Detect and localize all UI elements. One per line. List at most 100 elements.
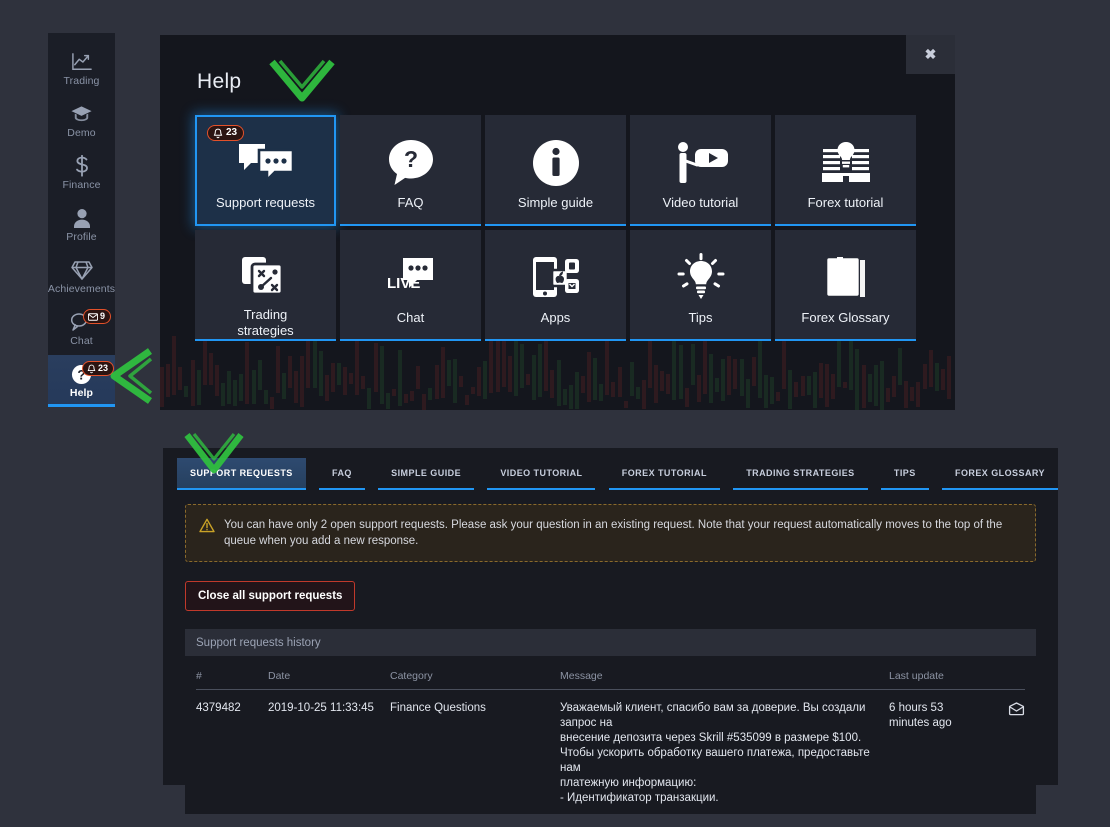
tab-faq[interactable]: FAQ	[319, 458, 365, 490]
live-chat-icon: LIVE	[385, 252, 437, 304]
cell-action[interactable]	[989, 690, 1025, 815]
tab-content: You can have only 2 open support request…	[163, 492, 1058, 814]
message-line: Чтобы ускорить обработку вашего платежа,…	[560, 747, 870, 774]
info-circle-icon	[531, 137, 581, 189]
cell-message: Уважаемый клиент, спасибо вам за доверие…	[560, 690, 889, 815]
svg-text:A-Z: A-Z	[834, 273, 856, 288]
chat-bubbles-icon	[237, 137, 295, 189]
chart-line-icon	[71, 51, 93, 73]
support-requests-history: Support requests history # Date Category…	[185, 629, 1036, 814]
bell-icon	[213, 128, 223, 139]
help-tile-tips[interactable]: Tips	[630, 230, 771, 341]
help-alert-badge: 23	[81, 361, 114, 376]
help-tile-video-tutorial[interactable]: Video tutorial	[630, 115, 771, 226]
tab-support-requests[interactable]: SUPPORT REQUESTS	[177, 458, 306, 490]
sidebar-item-label: Demo	[67, 127, 96, 139]
help-tiles-grid: 23 Support requests ? FAQ Simple guide V…	[195, 115, 917, 341]
left-sidebar: Trading Demo Finance Profile Achievement…	[48, 33, 115, 407]
sidebar-item-profile[interactable]: Profile	[48, 199, 115, 251]
help-tile-label: Apps	[540, 310, 571, 325]
support-requests-badge: 23	[207, 125, 245, 141]
sidebar-item-finance[interactable]: Finance	[48, 147, 115, 199]
column-header-id: #	[196, 656, 268, 690]
help-tile-chat[interactable]: LIVE Chat	[340, 230, 481, 341]
sidebar-item-demo[interactable]: Demo	[48, 95, 115, 147]
column-header-action	[989, 656, 1025, 690]
graduation-cap-icon	[70, 103, 93, 125]
history-table: # Date Category Message Last update 4379…	[196, 656, 1025, 814]
book-az-icon: A-Z	[821, 252, 871, 304]
cell-request-id: 4379482	[196, 702, 241, 714]
help-tile-forex-tutorial[interactable]: Forex tutorial	[775, 115, 916, 226]
history-table-wrap: # Date Category Message Last update 4379…	[185, 656, 1036, 814]
column-header-message: Message	[560, 656, 889, 690]
sidebar-item-label: Trading	[63, 75, 100, 87]
bell-icon	[87, 364, 96, 374]
tab-forex-glossary[interactable]: FOREX GLOSSARY	[942, 458, 1058, 490]
help-tile-forex-glossary[interactable]: A-Z Forex Glossary	[775, 230, 916, 341]
sidebar-item-trading[interactable]: Trading	[48, 43, 115, 95]
lightbulb-icon	[675, 252, 727, 304]
sidebar-item-achievements[interactable]: Achievements	[48, 251, 115, 303]
help-tile-label: Forex Glossary	[801, 310, 890, 325]
book-lightbulb-icon	[820, 137, 872, 189]
cell-last-update: 6 hours 53 minutes ago	[889, 702, 952, 729]
chat-unread-count: 9	[99, 311, 105, 321]
close-all-support-requests-button[interactable]: Close all support requests	[185, 581, 356, 611]
column-header-last-update: Last update	[889, 656, 989, 690]
message-line: платежную информацию:	[560, 777, 697, 789]
support-requests-panel: SUPPORT REQUESTS FAQ SIMPLE GUIDE VIDEO …	[163, 448, 1058, 814]
table-header: # Date Category Message Last update	[196, 656, 1025, 690]
presenter-video-icon	[672, 137, 730, 189]
cell-category: Finance Questions	[390, 702, 486, 714]
help-tile-simple-guide[interactable]: Simple guide	[485, 115, 626, 226]
sidebar-item-label: Help	[69, 387, 94, 399]
message-line: Уважаемый клиент, спасибо вам за доверие…	[560, 702, 866, 729]
sidebar-item-label: Finance	[62, 179, 101, 191]
warning-triangle-icon	[199, 518, 215, 538]
sidebar-item-label: Profile	[66, 231, 97, 243]
help-tile-label: Tips	[688, 310, 713, 325]
page-title: Help	[197, 70, 242, 93]
help-tile-label: Support requests	[215, 195, 315, 210]
tab-tips[interactable]: TIPS	[880, 458, 929, 490]
tabbar: SUPPORT REQUESTS FAQ SIMPLE GUIDE VIDEO …	[163, 448, 1058, 492]
svg-text:LIVE: LIVE	[387, 275, 420, 292]
help-tile-label: Chat	[396, 310, 425, 325]
question-bubble-icon: ?	[386, 137, 436, 189]
strategy-cards-icon	[239, 252, 293, 301]
help-tile-label: Video tutorial	[662, 195, 739, 210]
help-tile-trading-strategies[interactable]: Trading strategies	[195, 230, 336, 341]
tab-forex-tutorial[interactable]: FOREX TUTORIAL	[608, 458, 720, 490]
help-alert-count: 23	[97, 363, 108, 373]
help-panel: Help ✖ 23 Support requests ? FAQ Simple …	[160, 35, 955, 410]
open-requests-notice: You can have only 2 open support request…	[185, 504, 1036, 562]
sidebar-item-label: Chat	[70, 335, 93, 347]
svg-text:?: ?	[403, 146, 417, 172]
message-line: внесение депозита через Skrill #535099 в…	[560, 732, 862, 744]
sidebar-item-help[interactable]: ? 23 Help	[48, 355, 115, 407]
sidebar-item-label: Achievements	[47, 283, 116, 295]
tab-simple-guide[interactable]: SIMPLE GUIDE	[378, 458, 475, 490]
help-tile-label: Forex tutorial	[807, 195, 884, 210]
support-requests-count: 23	[226, 127, 238, 138]
column-header-category: Category	[390, 656, 560, 690]
help-tile-apps[interactable]: Apps	[485, 230, 626, 341]
help-tile-faq[interactable]: ? FAQ	[340, 115, 481, 226]
diamond-icon	[70, 259, 93, 281]
user-icon	[73, 207, 91, 229]
envelope-icon	[88, 312, 98, 321]
tab-video-tutorial[interactable]: VIDEO TUTORIAL	[487, 458, 596, 490]
message-line: - Идентификатор транзакции.	[560, 792, 719, 804]
help-tile-support-requests[interactable]: 23 Support requests	[195, 115, 336, 226]
history-section-title: Support requests history	[185, 629, 1036, 656]
notice-text: You can have only 2 open support request…	[224, 519, 1003, 547]
close-icon[interactable]: ✖	[906, 35, 955, 74]
table-row[interactable]: 4379482 2019-10-25 11:33:45 Finance Ques…	[196, 690, 1025, 815]
table-header-row: # Date Category Message Last update	[196, 656, 1025, 690]
cell-date: 2019-10-25 11:33:45	[268, 702, 374, 714]
tab-trading-strategies[interactable]: TRADING STRATEGIES	[733, 458, 868, 490]
envelope-icon[interactable]	[1008, 702, 1025, 719]
sidebar-item-chat[interactable]: 9 Chat	[48, 303, 115, 355]
help-tile-label: Trading strategies	[237, 307, 294, 338]
